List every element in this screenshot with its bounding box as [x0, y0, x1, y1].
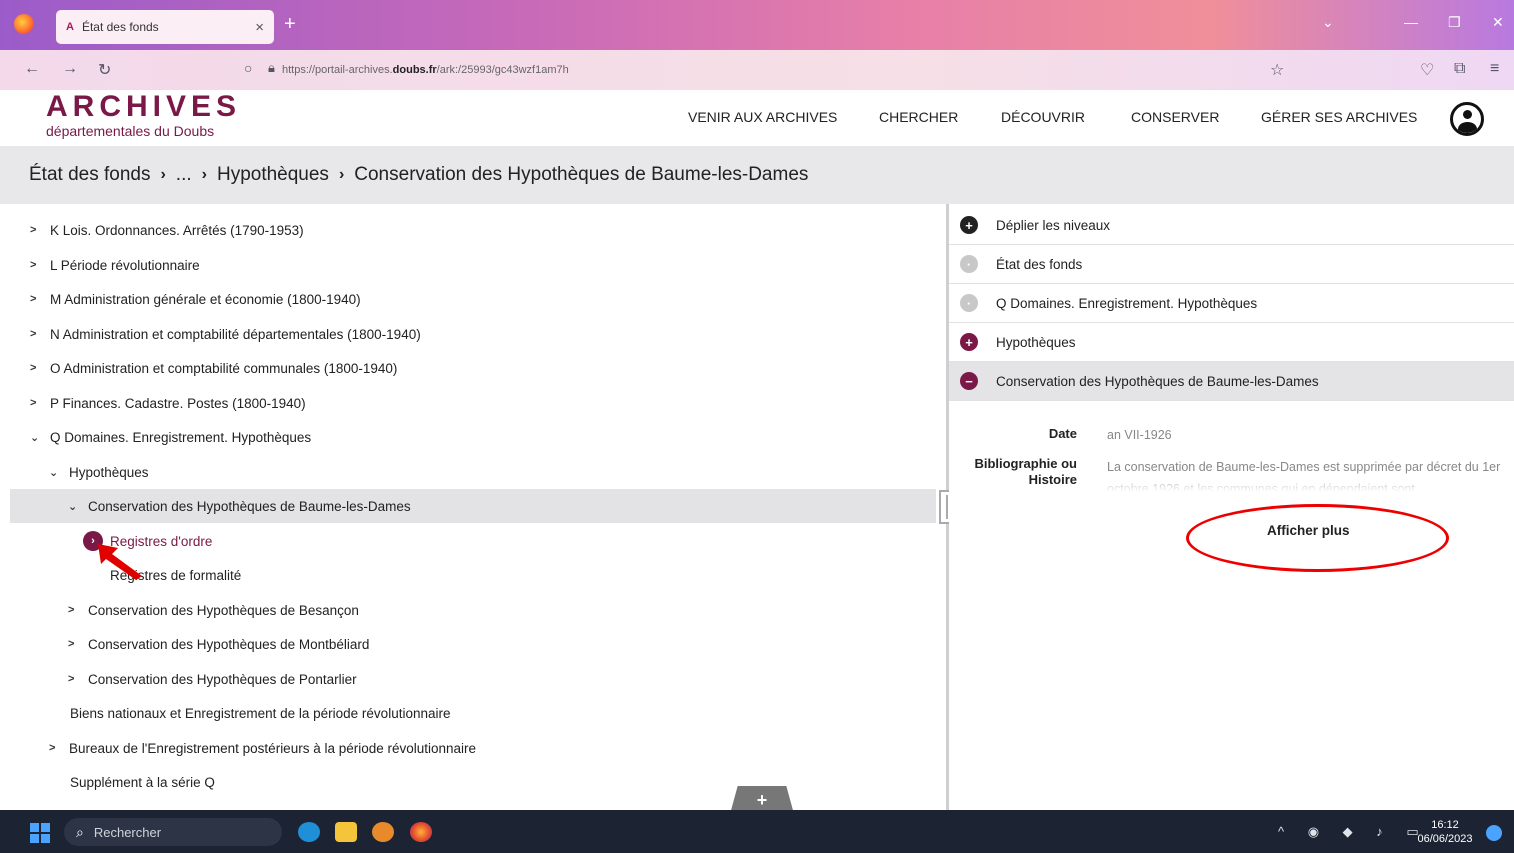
red-arrow-annotation-icon: [98, 544, 142, 580]
date-value: an VII-1926: [1107, 428, 1172, 442]
tree-item[interactable]: > Conservation des Hypothèques de Pontarl…: [68, 662, 357, 696]
chevron-down-icon[interactable]: ⌄: [49, 466, 69, 479]
minimize-icon[interactable]: —: [1404, 14, 1418, 30]
address-bar[interactable]: ○ 🔒︎ https://portail-archives.doubs.fr/a…: [232, 56, 1302, 84]
browser-tab-bar: A État des fonds × + ⌄ — ❐ ✕: [0, 0, 1514, 50]
site-logo-subtitle: départementales du Doubs: [46, 123, 215, 139]
back-arrow-icon[interactable]: ←: [24, 60, 40, 78]
tree-item[interactable]: > P Finances. Cadastre. Postes (1800-1940…: [30, 386, 306, 420]
system-tray[interactable]: ^ ◉ ◆ ♪ ▭: [1278, 824, 1429, 840]
taskbar-search[interactable]: ⌕ Rechercher: [64, 818, 282, 846]
pocket-icon[interactable]: ♡: [1420, 60, 1434, 80]
chevron-right-icon[interactable]: >: [68, 638, 88, 650]
file-explorer-icon[interactable]: [335, 822, 357, 842]
site-logo[interactable]: ARCHIVES: [46, 91, 241, 123]
date-label: Date: [1048, 426, 1077, 441]
restore-icon[interactable]: ❐: [1448, 14, 1461, 31]
tab-list-chevron-down-icon[interactable]: ⌄: [1322, 14, 1334, 31]
tree-item[interactable]: > L Période révolutionnaire: [30, 248, 200, 282]
archive-tree: > K Lois. Ordonnances. Arrêtés (1790-1953…: [0, 204, 946, 814]
search-icon: ⌕: [76, 823, 84, 840]
chevron-right-icon[interactable]: >: [30, 259, 50, 271]
menu-decouvrir[interactable]: DÉCOUVRIR: [1001, 109, 1085, 125]
dot-circle-icon: ·: [960, 255, 978, 273]
windows-start-icon[interactable]: [30, 823, 50, 843]
new-tab-icon[interactable]: +: [284, 14, 296, 34]
menu-chercher[interactable]: CHERCHER: [879, 109, 958, 125]
reload-icon[interactable]: ↻: [98, 60, 111, 80]
tab-title: État des fonds: [81, 20, 159, 34]
breadcrumb-chevron-icon: ›: [201, 166, 207, 183]
tree-item[interactable]: > Conservation des Hypothèques de Montbél…: [68, 627, 369, 661]
tracking-shield-icon[interactable]: ○: [244, 60, 252, 76]
tree-item[interactable]: Supplément à la série Q: [70, 765, 215, 799]
chevron-down-icon[interactable]: ⌄: [68, 500, 88, 513]
breadcrumb-item-ellipsis[interactable]: ...: [176, 164, 192, 186]
red-ellipse-annotation: [1186, 504, 1449, 572]
tab-favicon-icon: A: [66, 21, 74, 33]
tree-item[interactable]: ⌄ Q Domaines. Enregistrement. Hypothèques: [30, 420, 311, 454]
chevron-right-icon[interactable]: >: [30, 362, 50, 374]
chevron-down-icon[interactable]: ⌄: [30, 431, 50, 444]
chevron-right-icon[interactable]: >: [30, 328, 50, 340]
menu-venir-aux-archives[interactable]: VENIR AUX ARCHIVES: [688, 109, 837, 125]
menu-gerer-ses-archives[interactable]: GÉRER SES ARCHIVES: [1261, 109, 1417, 125]
biblio-label-line1: Bibliographie ou: [974, 456, 1077, 471]
browser-nav-bar: ← → ↻ ○ 🔒︎ https://portail-archives.doub…: [0, 50, 1514, 90]
lock-icon[interactable]: 🔒︎: [268, 60, 275, 76]
expand-levels-row[interactable]: + Déplier les niveaux: [949, 206, 1514, 245]
close-window-icon[interactable]: ✕: [1492, 14, 1504, 31]
dot-circle-icon: ·: [960, 294, 978, 312]
extensions-icon[interactable]: ⧉: [1454, 60, 1465, 78]
tree-item[interactable]: ⌄ Hypothèques: [49, 455, 149, 489]
chevron-right-icon[interactable]: >: [30, 397, 50, 409]
tree-item[interactable]: > Bureaux de l'Enregistrement postérieurs…: [49, 731, 476, 765]
chevron-right-icon[interactable]: >: [30, 293, 50, 305]
notification-icon[interactable]: [1486, 825, 1502, 841]
chevron-right-icon[interactable]: >: [49, 742, 69, 754]
firefox-taskbar-icon[interactable]: [410, 822, 432, 842]
chevron-right-icon[interactable]: >: [68, 604, 88, 616]
tree-item[interactable]: > N Administration et comptabilité départ…: [30, 317, 421, 351]
tree-item[interactable]: > O Administration et comptabilité commun…: [30, 351, 397, 385]
biblio-label-line2: Histoire: [1028, 472, 1077, 487]
chevron-right-icon[interactable]: >: [68, 673, 88, 685]
tree-item[interactable]: > M Administration générale et économie (…: [30, 282, 361, 316]
hierarchy-row-etat-des-fonds[interactable]: · État des fonds: [949, 245, 1514, 284]
plus-circle-icon[interactable]: +: [960, 216, 978, 234]
hierarchy-row-hypotheques[interactable]: + Hypothèques: [949, 323, 1514, 362]
chevron-right-icon[interactable]: >: [30, 224, 50, 236]
hamburger-menu-icon[interactable]: ≡: [1490, 60, 1499, 78]
hierarchy-row-q-domaines[interactable]: · Q Domaines. Enregistrement. Hypothèque…: [949, 284, 1514, 323]
breadcrumb-chevron-icon: ›: [338, 166, 345, 183]
menu-conserver[interactable]: CONSERVER: [1131, 109, 1219, 125]
minus-circle-icon[interactable]: −: [960, 372, 978, 390]
tree-item[interactable]: Biens nationaux et Enregistrement de la …: [70, 696, 451, 730]
taskbar-clock[interactable]: 16:12 06/06/2023: [1412, 818, 1478, 846]
breadcrumb-item-current: Conservation des Hypothèques de Baume-le…: [354, 164, 809, 185]
breadcrumb-item-hypotheques[interactable]: Hypothèques: [217, 164, 329, 186]
edge-icon[interactable]: [298, 822, 320, 842]
breadcrumb-chevron-icon: ›: [160, 166, 166, 183]
close-tab-icon[interactable]: ×: [255, 19, 264, 36]
bookmark-star-icon[interactable]: ☆: [1270, 60, 1284, 80]
browser-tab[interactable]: A État des fonds ×: [56, 10, 274, 44]
detail-panel: + Déplier les niveaux · État des fonds ·…: [949, 204, 1514, 810]
hierarchy-row-current[interactable]: − Conservation des Hypothèques de Baume-…: [949, 362, 1514, 401]
windows-taskbar: ⌕ Rechercher ^ ◉ ◆ ♪ ▭ 16:12 06/06/2023: [0, 810, 1514, 853]
tree-item-selected[interactable]: ⌄ Conservation des Hypothèques de Baume-l…: [10, 489, 936, 523]
user-account-icon[interactable]: [1450, 102, 1484, 136]
tree-item[interactable]: > Conservation des Hypothèques de Besanço…: [68, 593, 359, 627]
breadcrumb: État des fonds › ... › Hypothèques › Con…: [0, 146, 1514, 204]
plus-circle-icon[interactable]: +: [960, 333, 978, 351]
tree-item[interactable]: > K Lois. Ordonnances. Arrêtés (1790-1953…: [30, 213, 304, 247]
forward-arrow-icon[interactable]: →: [62, 60, 78, 78]
app-icon[interactable]: [372, 822, 394, 842]
url-text: https://portail-archives.doubs.fr/ark:/2…: [282, 64, 569, 76]
biblio-value: La conservation de Baume-les-Dames est s…: [1107, 460, 1501, 492]
breadcrumb-item-etat-des-fonds[interactable]: État des fonds: [29, 164, 150, 186]
firefox-menu-icon[interactable]: [14, 14, 34, 34]
site-header: ARCHIVES départementales du Doubs VENIR …: [0, 90, 1514, 146]
